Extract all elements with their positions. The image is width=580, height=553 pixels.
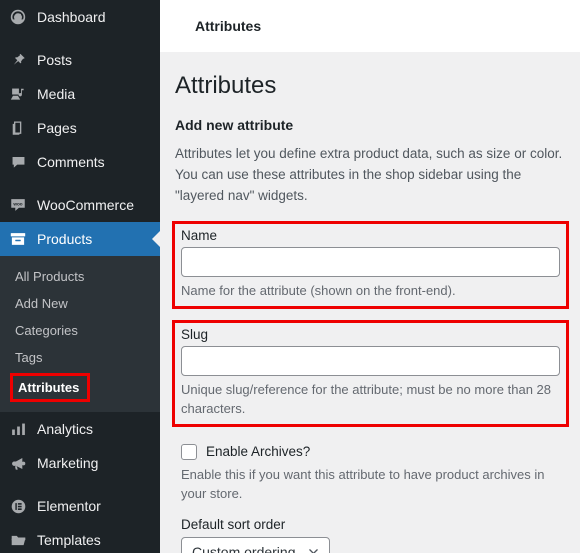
top-bar: Attributes (160, 0, 580, 52)
sidebar-item-marketing[interactable]: Marketing (0, 446, 160, 480)
sidebar-item-categories[interactable]: Categories (0, 317, 160, 344)
sidebar-item-label: Products (37, 231, 93, 247)
products-submenu: All Products Add New Categories Tags Att… (0, 256, 160, 412)
breadcrumb: Attributes (195, 18, 262, 34)
sidebar-item-label: Marketing (37, 455, 99, 471)
sidebar-item-dashboard[interactable]: Dashboard (0, 0, 160, 34)
enable-archives-checkbox[interactable] (181, 443, 197, 460)
enable-archives-group: Enable Archives? Enable this if you want… (175, 438, 566, 553)
woocommerce-icon: woo (8, 195, 28, 215)
admin-screen: Dashboard Posts Media Pages Comments woo… (0, 0, 580, 553)
sidebar-separator (0, 34, 160, 43)
sidebar-item-label: Templates (37, 532, 101, 548)
name-field-label: Name (181, 227, 218, 243)
sidebar-item-tags[interactable]: Tags (0, 344, 160, 371)
section-title: Add new attribute (175, 117, 294, 134)
folder-icon (8, 530, 28, 550)
slug-field-group: Slug Unique slug/reference for the attri… (172, 319, 569, 427)
main-area: Attributes Attributes Add new attribute … (160, 0, 580, 553)
sidebar-item-all-products[interactable]: All Products (0, 263, 160, 290)
sidebar-item-media[interactable]: Media (0, 77, 160, 111)
sidebar-item-label: Comments (37, 154, 105, 170)
name-input[interactable] (181, 247, 560, 278)
products-icon (8, 229, 28, 249)
sidebar-item-label: Analytics (37, 421, 94, 437)
comment-icon (8, 152, 28, 172)
sidebar-item-label: Media (37, 86, 76, 102)
media-icon (8, 84, 28, 104)
sidebar-item-elementor[interactable]: Elementor (0, 489, 160, 523)
sidebar-item-label: Dashboard (37, 9, 106, 25)
sidebar-item-templates[interactable]: Templates (0, 523, 160, 553)
page-description: Attributes let you define extra product … (175, 146, 563, 204)
sidebar-item-woocommerce[interactable]: woo WooCommerce (0, 188, 160, 222)
sidebar-item-add-new[interactable]: Add New (0, 290, 160, 317)
sidebar-item-label: Elementor (37, 498, 101, 514)
admin-sidebar: Dashboard Posts Media Pages Comments woo… (0, 0, 160, 553)
sidebar-separator (0, 480, 160, 489)
sidebar-item-posts[interactable]: Posts (0, 43, 160, 77)
svg-text:woo: woo (12, 201, 22, 206)
page-title: Attributes (175, 72, 277, 99)
enable-archives-help: Enable this if you want this attribute t… (181, 466, 545, 502)
sort-order-select[interactable]: Custom ordering (181, 536, 330, 553)
sidebar-item-attributes[interactable]: Attributes (10, 373, 91, 402)
name-field-group: Name Name for the attribute (shown on th… (172, 220, 569, 309)
slug-field-label: Slug (181, 326, 209, 342)
elementor-icon (8, 496, 28, 516)
chevron-down-icon (307, 545, 320, 553)
sidebar-item-products[interactable]: Products (0, 222, 160, 256)
sidebar-item-analytics[interactable]: Analytics (0, 412, 160, 446)
sidebar-item-label: Pages (37, 120, 77, 136)
megaphone-icon (8, 453, 28, 473)
sort-order-value: Custom ordering (192, 543, 296, 553)
dashboard-icon (8, 7, 28, 27)
sidebar-item-pages[interactable]: Pages (0, 111, 160, 145)
name-field-help: Name for the attribute (shown on the fro… (181, 283, 456, 299)
analytics-icon (8, 419, 28, 439)
pages-icon (8, 118, 28, 138)
sidebar-item-label: Posts (37, 52, 73, 68)
enable-archives-label: Enable Archives? (206, 444, 311, 460)
sidebar-separator (0, 179, 160, 188)
enable-archives-row[interactable]: Enable Archives? (181, 443, 560, 460)
slug-field-help: Unique slug/reference for the attribute;… (181, 381, 551, 417)
pin-icon (8, 50, 28, 70)
slug-input[interactable] (181, 345, 560, 376)
sidebar-item-comments[interactable]: Comments (0, 145, 160, 179)
sort-order-label: Default sort order (181, 516, 286, 532)
page-content: Attributes Add new attribute Attributes … (160, 52, 580, 553)
sidebar-item-label: WooCommerce (37, 197, 134, 213)
